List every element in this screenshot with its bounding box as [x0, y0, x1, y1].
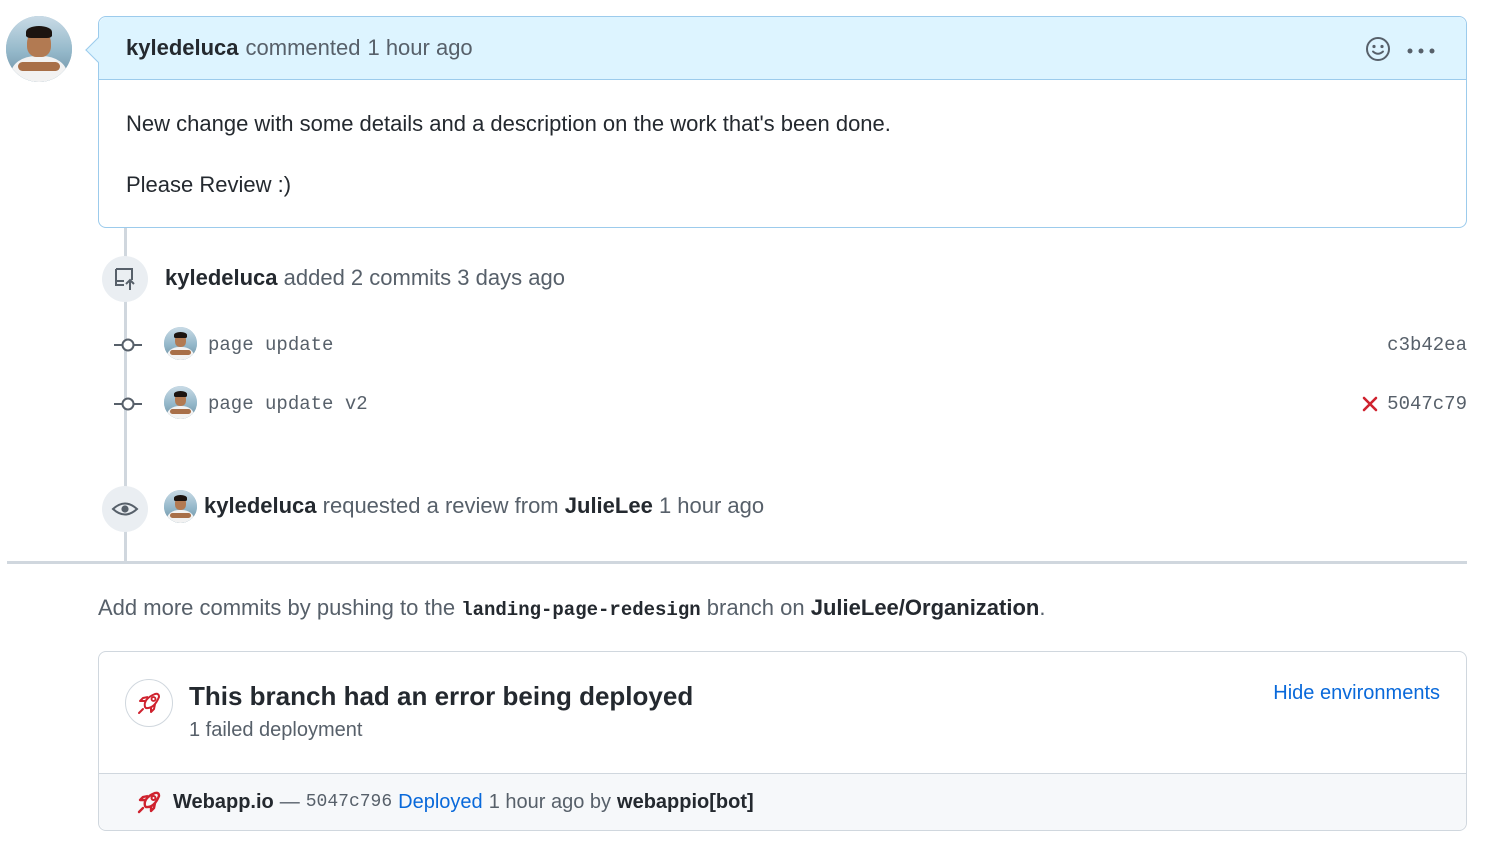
- commit-row: page update c3b42ea: [108, 325, 1467, 365]
- event-timestamp[interactable]: 3 days ago: [457, 265, 565, 290]
- hint-middle: branch on: [706, 595, 805, 620]
- branch-name[interactable]: landing-page-redesign: [461, 599, 700, 621]
- author-avatar[interactable]: [6, 16, 72, 82]
- reviewer-link[interactable]: JulieLee: [565, 493, 653, 518]
- deployment-box: This branch had an error being deployed …: [98, 651, 1467, 831]
- deployment-status-link[interactable]: Deployed: [398, 791, 483, 814]
- kebab-menu-icon[interactable]: [1406, 43, 1436, 61]
- commit-author-avatar[interactable]: [164, 386, 197, 419]
- event-author-link[interactable]: kyledeluca: [204, 493, 317, 518]
- comment-card: kyledeluca commented 1 hour ago New chan…: [85, 16, 1467, 228]
- review-event-text: kyledeluca requested a review from Julie…: [204, 493, 764, 519]
- hint-prefix: Add more commits by pushing to the: [98, 595, 456, 620]
- timeline-divider: [7, 561, 1467, 564]
- event-author-link[interactable]: kyledeluca: [165, 265, 278, 290]
- commits-event-text: kyledeluca added 2 commits 3 days ago: [165, 265, 565, 291]
- hint-suffix: .: [1039, 595, 1046, 620]
- comment-text-line: New change with some details and a descr…: [126, 111, 891, 136]
- deployment-environment-row: Webapp.io — 5047c796 Deployed 1 hour ago…: [99, 773, 1466, 830]
- hide-environments-link[interactable]: Hide environments: [1273, 682, 1440, 705]
- commit-sha[interactable]: 5047c79: [1387, 393, 1467, 415]
- event-timestamp[interactable]: 1 hour ago: [659, 493, 764, 518]
- deployer-link[interactable]: webappio[bot]: [617, 791, 754, 814]
- repo-link[interactable]: JulieLee/Organization: [811, 595, 1040, 620]
- commit-sha-link[interactable]: 5047c79: [1361, 393, 1467, 415]
- rocket-icon: [137, 791, 161, 814]
- review-event-badge: [102, 486, 148, 532]
- deployment-status-badge: [125, 679, 173, 727]
- commit-author-avatar[interactable]: [164, 327, 197, 360]
- commit-row: page update v2 5047c79: [108, 384, 1467, 424]
- commit-sha[interactable]: c3b42ea: [1387, 334, 1467, 356]
- push-hint: Add more commits by pushing to the landi…: [98, 595, 1045, 621]
- rocket-icon: [138, 692, 160, 714]
- deployment-subtitle: 1 failed deployment: [189, 719, 363, 741]
- comment-actions: [1364, 35, 1436, 68]
- deployment-time: 1 hour ago by: [488, 790, 612, 813]
- comment-action: commented: [245, 35, 361, 60]
- eye-icon: [111, 502, 139, 516]
- commit-dot-icon: [114, 338, 142, 352]
- comment-author-link[interactable]: kyledeluca: [126, 35, 239, 61]
- event-action: requested a review from: [322, 493, 559, 518]
- environment-dash: —: [279, 790, 300, 813]
- environment-name: Webapp.io: [173, 790, 274, 813]
- commit-message-link[interactable]: page update v2: [208, 393, 368, 415]
- smiley-icon[interactable]: [1364, 35, 1392, 68]
- commit-sha-link[interactable]: c3b42ea: [1387, 334, 1467, 356]
- deployment-title: This branch had an error being deployed: [189, 681, 694, 711]
- comment-timestamp[interactable]: 1 hour ago: [367, 35, 472, 61]
- commit-message-link[interactable]: page update: [208, 334, 333, 356]
- x-icon: [1362, 396, 1378, 412]
- repo-push-icon: [115, 268, 135, 290]
- comment-text-line: Please Review :): [126, 171, 292, 197]
- comment-header: kyledeluca commented 1 hour ago: [99, 17, 1466, 80]
- comment-body: New change with some details and a descr…: [99, 80, 1466, 259]
- review-author-avatar[interactable]: [164, 490, 197, 523]
- push-event-badge: [102, 256, 148, 302]
- event-action: added 2 commits: [283, 265, 452, 290]
- commit-dot-icon: [114, 397, 142, 411]
- deployment-sha[interactable]: 5047c796: [306, 792, 392, 812]
